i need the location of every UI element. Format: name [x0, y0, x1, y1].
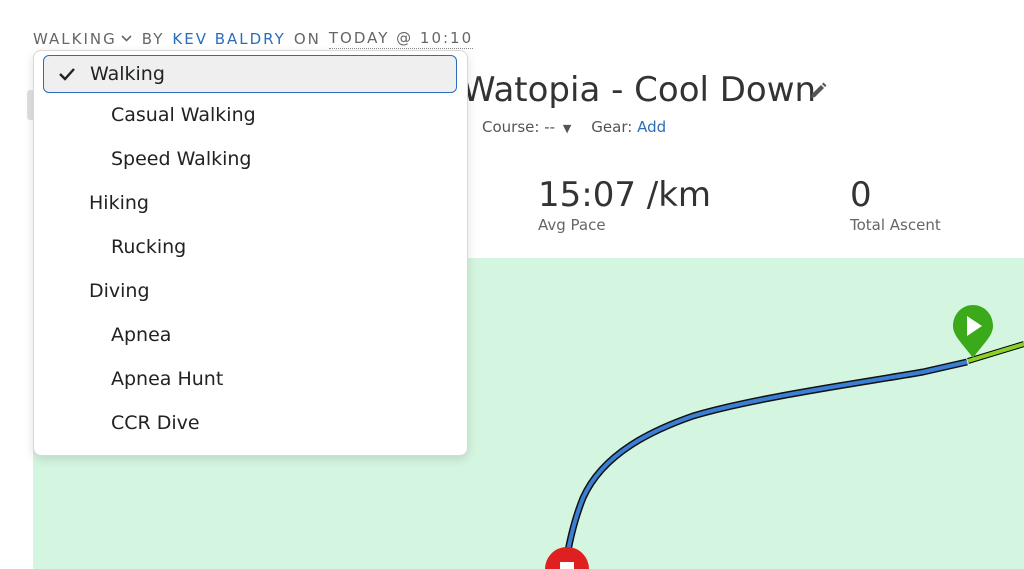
pencil-icon[interactable]	[807, 80, 829, 102]
menu-option-label: CCR Dive	[111, 412, 200, 434]
course-selector[interactable]: Course: -- ▼	[482, 118, 571, 136]
course-label: Course:	[482, 118, 540, 136]
chevron-down-icon	[121, 34, 132, 45]
stat-value: 0	[850, 175, 872, 215]
stat-label: Avg Pace	[538, 216, 606, 234]
stat-avg-pace: 15:07 /km Avg Pace	[538, 176, 711, 234]
stat-label: Total Ascent	[850, 216, 941, 234]
course-value: --	[544, 118, 556, 136]
activity-meta-line: WALKING BY KEV BALDRY ON TODAY @ 10:10	[33, 28, 474, 50]
menu-option-label: Rucking	[111, 236, 187, 258]
menu-option-speed-walking[interactable]: Speed Walking	[34, 137, 467, 181]
caret-down-icon: ▼	[562, 122, 572, 135]
menu-option-label: Casual Walking	[111, 104, 256, 126]
stat-value: 15:07 /km	[538, 175, 712, 215]
activity-type-menu: Walking Casual Walking Speed Walking Hik…	[33, 50, 468, 456]
add-gear-link[interactable]: Add	[637, 118, 666, 136]
menu-option-diving[interactable]: Diving	[34, 269, 467, 313]
menu-option-label: Speed Walking	[111, 148, 252, 170]
menu-option-ccr-dive[interactable]: CCR Dive	[34, 401, 467, 445]
by-label: BY	[141, 30, 165, 48]
menu-option-label: Diving	[89, 280, 150, 302]
menu-option-casual-walking[interactable]: Casual Walking	[34, 93, 467, 137]
checkmark-icon	[58, 65, 76, 83]
activity-type-label: WALKING	[33, 30, 117, 48]
menu-option-walking[interactable]: Walking	[43, 55, 457, 93]
activity-title: Watopia - Cool Down	[462, 70, 817, 110]
stat-total-ascent: 0 Total Ascent	[850, 176, 941, 234]
menu-option-label: Walking	[90, 63, 165, 85]
menu-option-label: Apnea	[111, 324, 172, 346]
play-marker-icon[interactable]	[953, 305, 993, 358]
menu-option-apnea[interactable]: Apnea	[34, 313, 467, 357]
stop-marker-icon[interactable]	[545, 547, 589, 569]
route-line	[563, 360, 968, 569]
menu-option-apnea-hunt[interactable]: Apnea Hunt	[34, 357, 467, 401]
route-line-outline	[561, 358, 968, 569]
on-label: ON	[293, 30, 321, 48]
activity-type-toggle[interactable]: WALKING	[33, 30, 134, 48]
gear-info: Gear: Add	[591, 118, 666, 136]
author-link[interactable]: KEV BALDRY	[172, 30, 285, 48]
menu-option-rucking[interactable]: Rucking	[34, 225, 467, 269]
menu-option-hiking[interactable]: Hiking	[34, 181, 467, 225]
menu-option-label: Hiking	[89, 192, 149, 214]
activity-date[interactable]: TODAY @ 10:10	[328, 29, 474, 49]
gear-label: Gear:	[591, 118, 633, 136]
menu-option-label: Apnea Hunt	[111, 368, 224, 390]
activity-subinfo: Course: -- ▼ Gear: Add	[482, 118, 666, 136]
